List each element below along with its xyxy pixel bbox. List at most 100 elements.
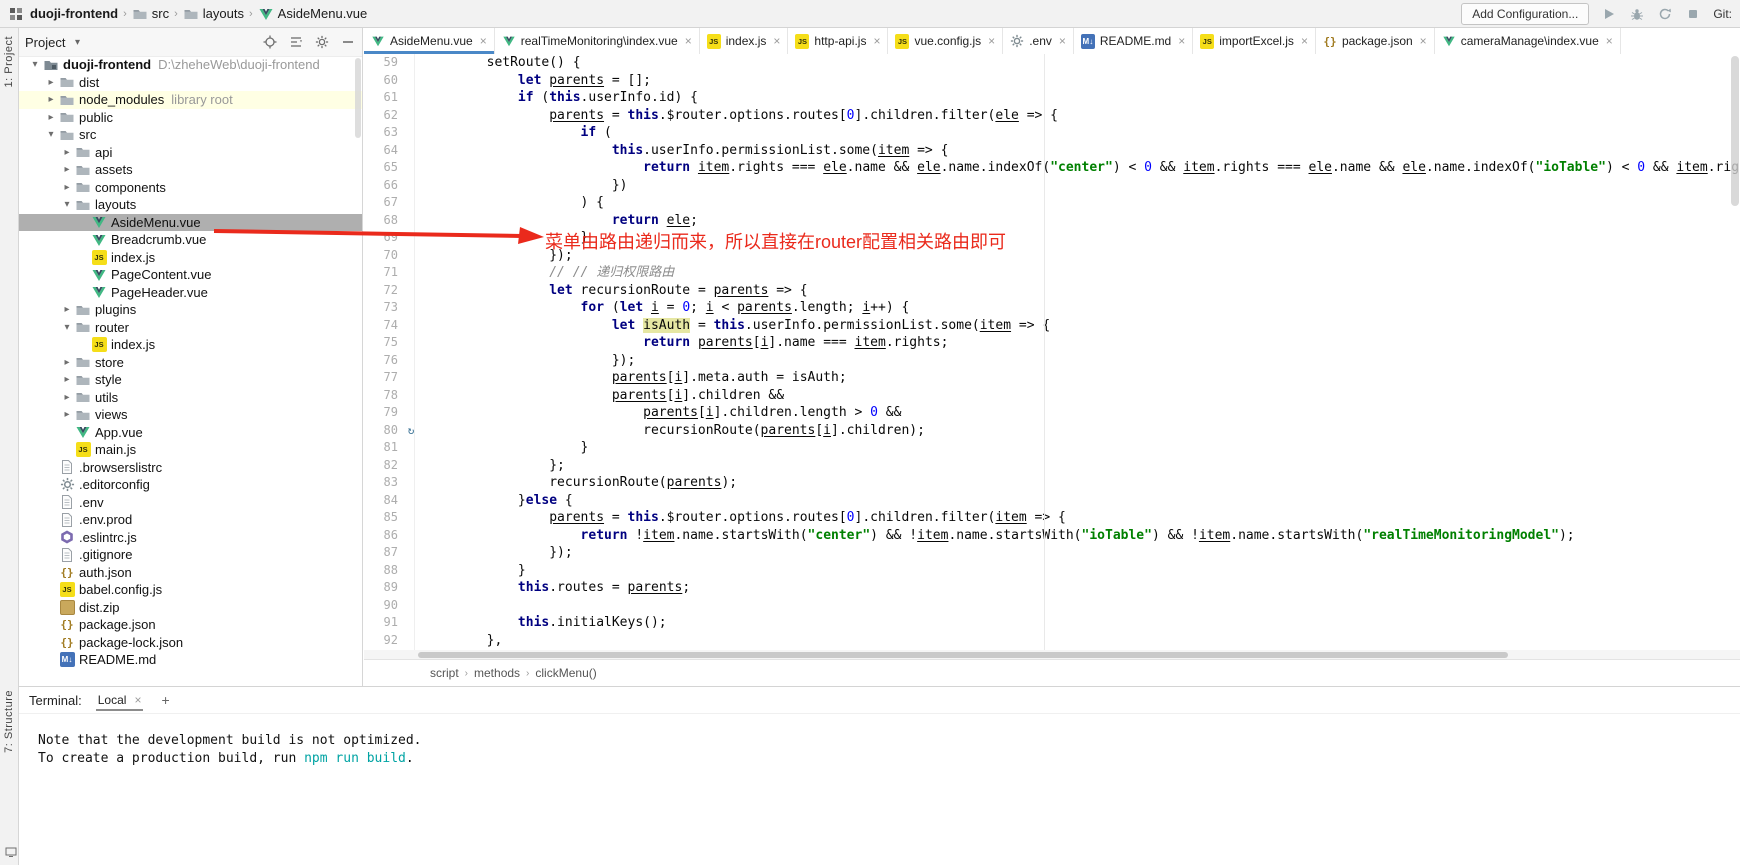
editor-tab-env[interactable]: .env× [1003,28,1074,54]
chevron-right-icon[interactable]: ▸ [59,357,75,368]
chevron-right-icon[interactable]: ▸ [59,304,75,315]
new-terminal-button[interactable]: + [157,692,173,708]
hide-panel-icon[interactable] [340,34,356,50]
code-editor[interactable]: 59 setRoute() {60 let parents = [];61 if… [364,54,1740,650]
editor-tab-importexcel-js[interactable]: JSimportExcel.js× [1193,28,1316,54]
close-icon[interactable]: × [480,34,487,48]
close-icon[interactable]: × [873,34,880,48]
add-configuration-button[interactable]: Add Configuration... [1461,3,1589,25]
tree-item-components[interactable]: ▸components [19,179,362,197]
chevron-right-icon[interactable]: ▸ [59,164,75,175]
chevron-right-icon[interactable]: ▸ [59,409,75,420]
close-icon[interactable]: × [1606,34,1613,48]
run-icon[interactable] [1601,6,1617,22]
close-icon[interactable]: × [1059,34,1066,48]
tree-item-dist[interactable]: ▸dist [19,74,362,92]
app-menu-icon[interactable] [8,6,24,22]
close-icon[interactable]: × [773,34,780,48]
editor-tab-asidemenu-vue[interactable]: AsideMenu.vue× [364,28,495,54]
chevron-down-icon[interactable]: ▾ [27,59,43,70]
event-log-icon[interactable] [3,844,19,860]
close-icon[interactable]: × [1178,34,1185,48]
chevron-right-icon[interactable]: ▸ [43,112,59,123]
tree-item-breadcrumb-vue[interactable]: Breadcrumb.vue [19,231,362,249]
tree-item-router[interactable]: ▾router [19,319,362,337]
chevron-down-icon[interactable]: ▾ [59,322,75,333]
tree-item-store[interactable]: ▸store [19,354,362,372]
close-icon[interactable]: × [1301,34,1308,48]
chevron-right-icon[interactable]: ▸ [43,77,59,88]
tree-item-app-vue[interactable]: App.vue [19,424,362,442]
tree-item-asidemenu-vue[interactable]: AsideMenu.vue [19,214,362,232]
nav-crumb-asidemenu-vue[interactable]: AsideMenu.vue [258,6,368,22]
tree-item-node-modules[interactable]: ▸node_moduleslibrary root [19,91,362,109]
tree-item-main-js[interactable]: JSmain.js [19,441,362,459]
editor-tab-http-api-js[interactable]: JShttp-api.js× [788,28,888,54]
close-icon[interactable]: × [134,693,141,707]
editor-tab-vue-config-js[interactable]: JSvue.config.js× [888,28,1003,54]
tree-item-api[interactable]: ▸api [19,144,362,162]
tree-item-index-js[interactable]: JSindex.js [19,249,362,267]
terminal-tab-local[interactable]: Local × [96,689,144,711]
tree-item-public[interactable]: ▸public [19,109,362,127]
tree-item-duoji-frontend[interactable]: ▾duoji-frontendD:\zheheWeb\duoji-fronten… [19,56,362,74]
chevron-right-icon[interactable]: ▸ [59,392,75,403]
breadcrumb-clickmenu[interactable]: clickMenu() [535,666,596,680]
breadcrumb-script[interactable]: script [430,666,459,680]
project-tree-scrollbar[interactable] [355,58,361,138]
debug-icon[interactable] [1629,6,1645,22]
tree-item-assets[interactable]: ▸assets [19,161,362,179]
tree-item-eslintrc-js[interactable]: .eslintrc.js [19,529,362,547]
tree-item-pageheader-vue[interactable]: PageHeader.vue [19,284,362,302]
collapse-all-icon[interactable] [288,34,304,50]
breadcrumb-methods[interactable]: methods [474,666,520,680]
tree-item-views[interactable]: ▸views [19,406,362,424]
project-view-selector[interactable]: Project ▾ [25,35,85,50]
close-icon[interactable]: × [988,34,995,48]
chevron-down-icon[interactable]: ▾ [43,129,59,140]
scrollbar-thumb[interactable] [418,652,1508,658]
chevron-right-icon[interactable]: ▸ [59,147,75,158]
tree-item-plugins[interactable]: ▸plugins [19,301,362,319]
tree-item-auth-json[interactable]: {}auth.json [19,564,362,582]
nav-crumb-src[interactable]: src [132,6,169,22]
editor-tab-cameramanage-index-vue[interactable]: cameraManage\index.vue× [1435,28,1621,54]
tree-item-gitignore[interactable]: .gitignore [19,546,362,564]
tool-window-button-structure[interactable]: 7: Structure [0,690,18,753]
tree-item-pagecontent-vue[interactable]: PageContent.vue [19,266,362,284]
editor-tab-realtimemonitoring-index-vue[interactable]: realTimeMonitoring\index.vue× [495,28,700,54]
settings-gear-icon[interactable] [314,34,330,50]
terminal-output[interactable]: Note that the development build is not o… [19,714,1740,768]
editor-tab-index-js[interactable]: JSindex.js× [700,28,789,54]
close-icon[interactable]: × [685,34,692,48]
tree-item-readme-md[interactable]: M↓README.md [19,651,362,669]
git-branch-widget[interactable]: Git: [1713,7,1732,21]
tree-item-env[interactable]: .env [19,494,362,512]
chevron-right-icon[interactable]: ▸ [59,182,75,193]
tree-item-layouts[interactable]: ▾layouts [19,196,362,214]
tool-window-button-project[interactable]: 1: Project [0,36,18,87]
tree-item-index-js[interactable]: JSindex.js [19,336,362,354]
chevron-down-icon[interactable]: ▾ [59,199,75,210]
tree-item-dist-zip[interactable]: dist.zip [19,599,362,617]
chevron-right-icon[interactable]: ▸ [43,94,59,105]
tree-item-env-prod[interactable]: .env.prod [19,511,362,529]
tree-item-package-lock-json[interactable]: {}package-lock.json [19,634,362,652]
recursive-call-icon[interactable]: ↻ [404,422,418,440]
editor-tab-readme-md[interactable]: M↓README.md× [1074,28,1193,54]
close-icon[interactable]: × [1420,34,1427,48]
tree-item-style[interactable]: ▸style [19,371,362,389]
tree-item-babel-config-js[interactable]: JSbabel.config.js [19,581,362,599]
editor-tab-package-json[interactable]: {}package.json× [1316,28,1435,54]
tree-item-package-json[interactable]: {}package.json [19,616,362,634]
tree-item-browserslistrc[interactable]: .browserslistrc [19,459,362,477]
nav-crumb-duoji-frontend[interactable]: duoji-frontend [30,6,118,21]
locate-file-icon[interactable] [262,34,278,50]
nav-crumb-layouts[interactable]: layouts [183,6,244,22]
chevron-right-icon[interactable]: ▸ [59,374,75,385]
tree-item-src[interactable]: ▾src [19,126,362,144]
stop-icon[interactable] [1685,6,1701,22]
tree-item-utils[interactable]: ▸utils [19,389,362,407]
tree-item-editorconfig[interactable]: .editorconfig [19,476,362,494]
editor-vertical-scrollbar[interactable] [1731,56,1739,206]
